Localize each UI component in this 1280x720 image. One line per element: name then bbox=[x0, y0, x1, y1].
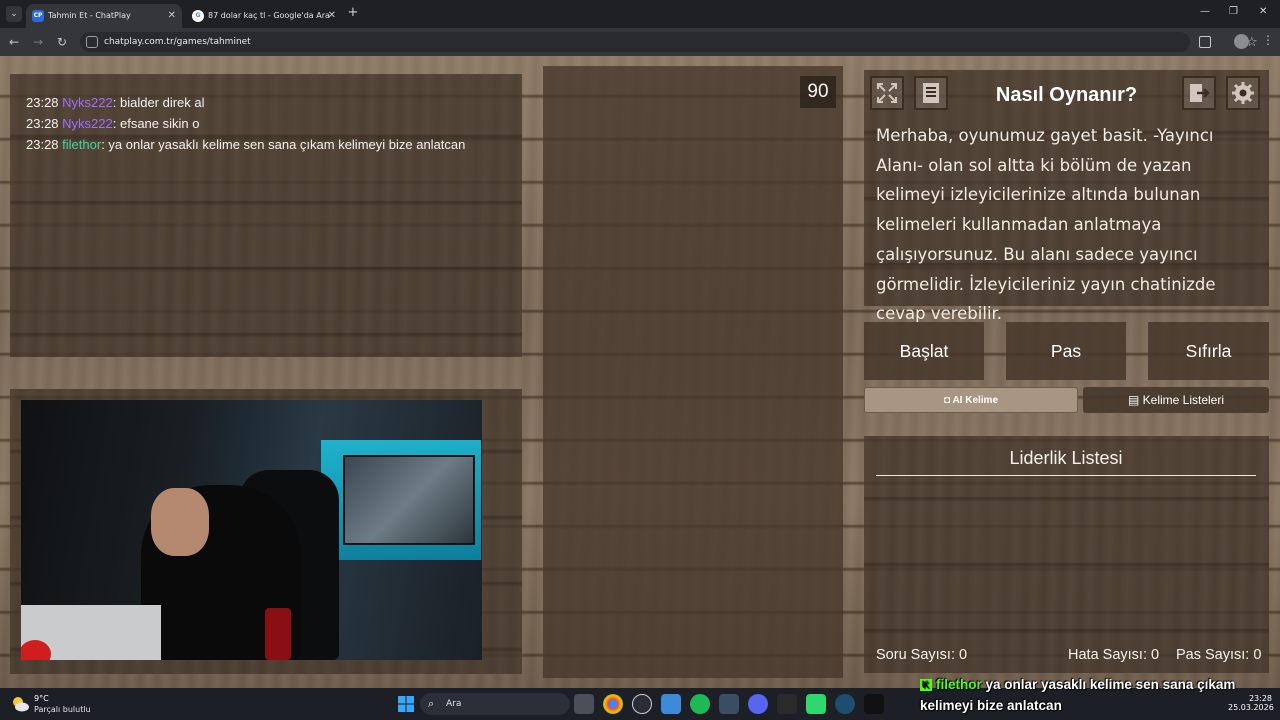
browser-tab-bar: ⌄ CP Tahmin Et - ChatPlay ✕ G 87 dolar k… bbox=[0, 0, 1280, 28]
discord-icon[interactable] bbox=[748, 694, 768, 714]
reload-icon[interactable]: ↻ bbox=[57, 35, 67, 49]
countdown-timer: 90 bbox=[800, 76, 836, 108]
extensions-icon[interactable] bbox=[1199, 36, 1211, 48]
weather-cloud-icon[interactable] bbox=[10, 694, 30, 714]
chat-user: Nyks222 bbox=[62, 95, 113, 110]
weather-desc: Parçalı bulutlu bbox=[34, 705, 91, 714]
new-tab-icon[interactable]: + bbox=[346, 6, 360, 20]
monitor-image bbox=[343, 455, 475, 545]
notebook-icon: ▤ bbox=[1127, 393, 1140, 407]
forward-icon[interactable]: → bbox=[33, 35, 43, 49]
spotify-icon[interactable] bbox=[690, 694, 710, 714]
google-favicon-icon: G bbox=[192, 10, 204, 22]
chat-user: filethor bbox=[62, 137, 102, 152]
chat-panel: 23:28 Nyks222: bialder direk al 23:28 Ny… bbox=[10, 74, 522, 357]
app-icon[interactable] bbox=[864, 694, 884, 714]
error-count-value: 0 bbox=[1151, 647, 1160, 663]
chat-time: 23:28 bbox=[26, 95, 59, 110]
app-icon[interactable] bbox=[661, 694, 681, 714]
close-window-icon[interactable]: ✕ bbox=[1259, 6, 1267, 17]
word-area-panel bbox=[543, 66, 843, 678]
site-info-icon[interactable] bbox=[86, 36, 98, 48]
tab-close-icon[interactable]: ✕ bbox=[168, 4, 176, 28]
app-icon[interactable] bbox=[806, 694, 826, 714]
chat-user: Nyks222 bbox=[62, 116, 113, 131]
url-field[interactable]: chatplay.com.tr/games/tahminet ☆ bbox=[80, 32, 1258, 52]
url-text: chatplay.com.tr/games/tahminet bbox=[104, 37, 251, 47]
task-view-icon[interactable] bbox=[574, 694, 594, 714]
chat-time: 23:28 bbox=[26, 137, 59, 152]
app-icon[interactable] bbox=[632, 694, 652, 714]
word-lists-label: Kelime Listeleri bbox=[1142, 393, 1225, 407]
logout-icon[interactable] bbox=[1182, 76, 1216, 110]
help-title: Nasıl Oynanır? bbox=[995, 84, 1138, 106]
pass-count-value: 0 bbox=[1253, 647, 1262, 663]
start-button[interactable]: Başlat bbox=[864, 322, 984, 380]
streamer-head-image bbox=[151, 488, 209, 556]
robot-icon: ◘ bbox=[943, 395, 951, 406]
reset-button[interactable]: Sıfırla bbox=[1148, 322, 1269, 380]
streamer-area-panel bbox=[10, 389, 522, 674]
chat-text: : bialder direk al bbox=[112, 95, 205, 110]
game-page: 23:28 Nyks222: bialder direk al 23:28 Ny… bbox=[0, 56, 1280, 688]
taskbar-search[interactable]: ⌕ Ara bbox=[420, 693, 570, 715]
pass-button[interactable]: Pas bbox=[1006, 322, 1126, 380]
chat-text: : ya onlar yasaklı kelime sen sana çıkam… bbox=[101, 137, 466, 152]
chatplay-favicon-icon: CP bbox=[32, 10, 44, 22]
address-bar: ← → ↻ chatplay.com.tr/games/tahminet ☆ ⋮ bbox=[0, 28, 1280, 56]
chat-time: 23:28 bbox=[26, 116, 59, 131]
minimize-icon[interactable]: — bbox=[1200, 6, 1210, 17]
pass-count: Pas Sayısı: 0 bbox=[1176, 647, 1261, 663]
overlay-user: filethor bbox=[936, 677, 982, 692]
chrome-icon[interactable] bbox=[603, 694, 623, 714]
kick-badge-icon: K bbox=[920, 679, 932, 691]
chat-message: 23:28 Nyks222: bialder direk al bbox=[26, 95, 205, 110]
back-icon[interactable]: ← bbox=[9, 35, 19, 49]
tab-title: Tahmin Et - ChatPlay bbox=[48, 11, 131, 20]
error-count: Hata Sayısı: 0 bbox=[1068, 647, 1159, 663]
epic-games-icon[interactable] bbox=[777, 694, 797, 714]
rules-document-icon[interactable] bbox=[914, 76, 948, 110]
chat-text: : efsane sikin o bbox=[112, 116, 200, 131]
question-count-label: Soru Sayısı: bbox=[876, 647, 955, 663]
error-count-label: Hata Sayısı: bbox=[1068, 647, 1147, 663]
restore-icon[interactable]: ❐ bbox=[1229, 6, 1238, 17]
word-lists-button[interactable]: ▤ Kelime Listeleri bbox=[1083, 387, 1269, 413]
start-windows-icon[interactable] bbox=[396, 694, 416, 714]
question-count-value: 0 bbox=[959, 647, 968, 663]
ai-word-label: AI Kelime bbox=[952, 395, 999, 406]
webcam-video bbox=[21, 400, 482, 660]
help-text: Merhaba, oyunumuz gayet basit. -Yayıncı … bbox=[876, 126, 1216, 324]
search-icon: ⌕ bbox=[428, 697, 435, 710]
tab-search-icon[interactable]: ⌄ bbox=[6, 6, 22, 22]
chat-message: 23:28 Nyks222: efsane sikin o bbox=[26, 116, 199, 131]
how-to-play-panel: Nasıl Oynanır? Merhaba, oyunumuz gayet b… bbox=[864, 70, 1269, 323]
app-icon[interactable] bbox=[835, 694, 855, 714]
leaderboard-panel: Liderlik Listesi Soru Sayısı: 0 Hata Say… bbox=[864, 436, 1269, 673]
tab-title: 87 dolar kaç tl - Google'da Ara bbox=[208, 11, 330, 20]
question-count: Soru Sayısı: 0 bbox=[876, 647, 967, 663]
weather-temp: 9°C bbox=[34, 694, 49, 703]
profile-avatar-icon[interactable] bbox=[1234, 34, 1249, 49]
chat-message: 23:28 filethor: ya onlar yasaklı kelime … bbox=[26, 137, 465, 152]
leaderboard-title: Liderlik Listesi bbox=[876, 448, 1256, 476]
stream-chat-overlay: Kfilethor ya onlar yasaklı kelime sen sa… bbox=[920, 674, 1250, 716]
tab-google-search[interactable]: G 87 dolar kaç tl - Google'da Ara ✕ bbox=[186, 4, 342, 28]
pass-count-label: Pas Sayısı: bbox=[1176, 647, 1250, 663]
steam-icon[interactable] bbox=[719, 694, 739, 714]
search-placeholder: Ara bbox=[446, 699, 462, 709]
settings-gear-icon[interactable] bbox=[1226, 76, 1260, 110]
cup-image bbox=[265, 608, 291, 660]
tab-tahmin-et[interactable]: CP Tahmin Et - ChatPlay ✕ bbox=[26, 4, 182, 28]
tab-close-icon[interactable]: ✕ bbox=[328, 4, 336, 28]
menu-kebab-icon[interactable]: ⋮ bbox=[1262, 33, 1274, 47]
ai-word-button[interactable]: ◘ AI Kelime bbox=[864, 387, 1078, 413]
fullscreen-icon[interactable] bbox=[870, 76, 904, 110]
